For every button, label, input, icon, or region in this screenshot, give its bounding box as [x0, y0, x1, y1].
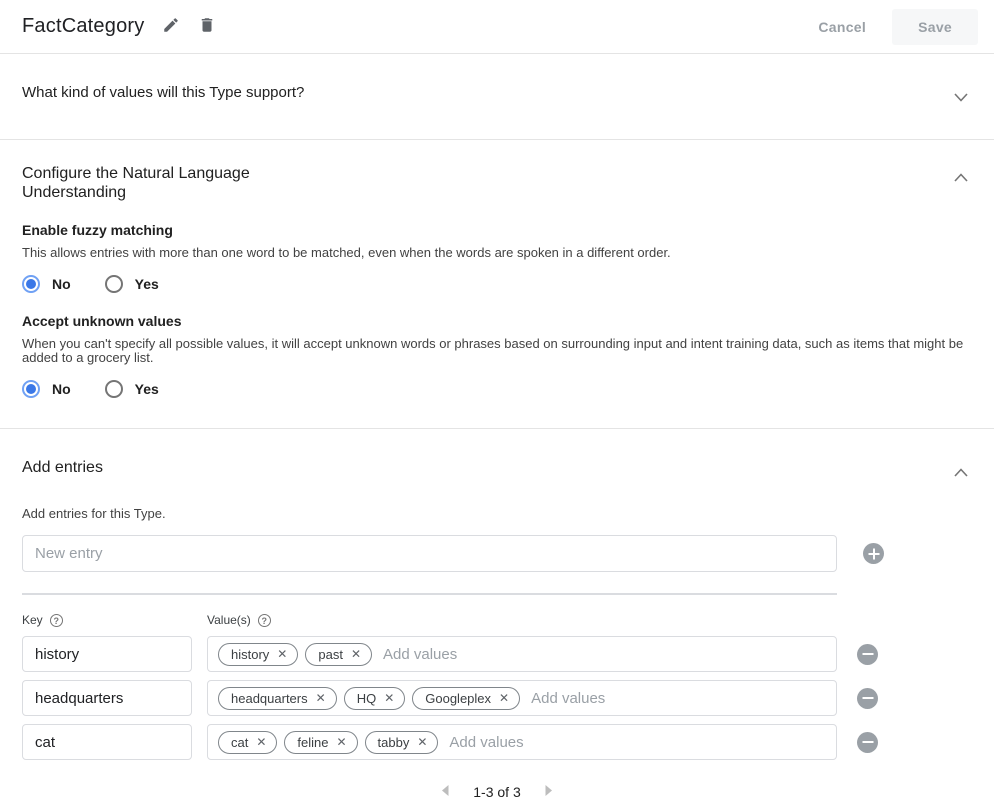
chip-close-icon[interactable]: ✕ [417, 736, 427, 748]
entry-rows: history ✕ past ✕ Add values headquarters ✕ HQ ✕… [22, 636, 972, 760]
add-values-placeholder: Add values [531, 690, 605, 707]
save-button[interactable]: Save [892, 9, 978, 45]
entry-row: headquarters ✕ HQ ✕ Googleplex ✕ Add values [22, 680, 972, 716]
values-column-header: Value(s) [207, 613, 251, 627]
trash-icon [198, 16, 216, 37]
unknown-values-label: Accept unknown values [22, 313, 972, 329]
unknown-no-radio[interactable]: No [22, 380, 71, 398]
radio-unselected-icon [105, 380, 123, 398]
value-chip: past ✕ [305, 643, 372, 666]
fuzzy-matching-label: Enable fuzzy matching [22, 222, 972, 238]
value-chip-label: feline [297, 735, 328, 750]
remove-entry-button[interactable] [857, 644, 878, 665]
radio-label: Yes [135, 276, 159, 292]
value-chip: headquarters ✕ [218, 687, 337, 710]
value-chip-label: tabby [378, 735, 410, 750]
value-chip-label: HQ [357, 691, 377, 706]
key-help-icon[interactable]: ? [50, 614, 63, 627]
chip-close-icon[interactable]: ✕ [499, 692, 509, 704]
unknown-yes-radio[interactable]: Yes [105, 380, 159, 398]
fuzzy-yes-radio[interactable]: Yes [105, 275, 159, 293]
chip-close-icon[interactable]: ✕ [351, 648, 361, 660]
collapse-entries-button[interactable] [950, 461, 972, 484]
radio-label: No [52, 381, 71, 397]
nlu-title: Configure the Natural Language Understan… [22, 164, 282, 202]
header: FactCategory Cancel Save [0, 0, 994, 54]
chip-close-icon[interactable]: ✕ [336, 736, 346, 748]
value-chip: history ✕ [218, 643, 298, 666]
chevron-up-icon [954, 170, 968, 185]
values-help-icon[interactable]: ? [258, 614, 271, 627]
values-type-section: What kind of values will this Type suppo… [0, 54, 994, 140]
chevron-down-icon [954, 90, 968, 105]
entry-row: history ✕ past ✕ Add values [22, 636, 972, 672]
entry-values-field[interactable]: headquarters ✕ HQ ✕ Googleplex ✕ Add values [207, 680, 837, 716]
value-chip: HQ ✕ [344, 687, 406, 710]
nlu-section: Configure the Natural Language Understan… [0, 140, 994, 429]
collapse-nlu-button[interactable] [950, 166, 972, 189]
chip-close-icon[interactable]: ✕ [316, 692, 326, 704]
add-values-placeholder: Add values [449, 734, 523, 751]
value-chip-label: cat [231, 735, 248, 750]
cancel-button[interactable]: Cancel [802, 11, 882, 43]
next-page-button[interactable] [543, 782, 555, 801]
chip-close-icon[interactable]: ✕ [277, 648, 287, 660]
entry-values-field[interactable]: history ✕ past ✕ Add values [207, 636, 837, 672]
entries-title: Add entries [22, 459, 103, 477]
key-column-header: Key [22, 613, 43, 627]
unknown-values-description: When you can't specify all possible valu… [22, 337, 972, 365]
add-entry-button[interactable] [863, 543, 884, 564]
entry-key-input[interactable] [22, 680, 192, 716]
chip-close-icon[interactable]: ✕ [384, 692, 394, 704]
value-chip-label: headquarters [231, 691, 308, 706]
value-chip-label: history [231, 647, 269, 662]
fuzzy-no-radio[interactable]: No [22, 275, 71, 293]
pagination: 1-3 of 3 [22, 782, 972, 801]
fuzzy-matching-radio-group: No Yes [22, 275, 972, 293]
previous-page-button[interactable] [439, 782, 451, 801]
entry-key-input[interactable] [22, 636, 192, 672]
radio-selected-icon [22, 380, 40, 398]
page-title: FactCategory [22, 15, 144, 38]
value-chip: tabby ✕ [365, 731, 439, 754]
edit-title-button[interactable] [160, 14, 182, 39]
unknown-values-radio-group: No Yes [22, 380, 972, 398]
chevron-up-icon [954, 465, 968, 480]
radio-selected-icon [22, 275, 40, 293]
arrow-left-icon [441, 784, 449, 799]
value-chip: feline ✕ [284, 731, 357, 754]
radio-label: No [52, 276, 71, 292]
entry-row: cat ✕ feline ✕ tabby ✕ Add values [22, 724, 972, 760]
radio-unselected-icon [105, 275, 123, 293]
value-chip-label: Googleplex [425, 691, 491, 706]
pencil-icon [162, 16, 180, 37]
chip-close-icon[interactable]: ✕ [256, 736, 266, 748]
add-values-placeholder: Add values [383, 646, 457, 663]
remove-entry-button[interactable] [857, 688, 878, 709]
entries-section: Add entries Add entries for this Type. K… [0, 429, 994, 811]
delete-type-button[interactable] [196, 14, 218, 39]
table-divider [22, 593, 837, 595]
entry-key-input[interactable] [22, 724, 192, 760]
new-entry-input[interactable] [22, 535, 837, 572]
arrow-right-icon [545, 784, 553, 799]
expand-values-type-button[interactable] [950, 86, 972, 109]
value-chip-label: past [318, 647, 343, 662]
entry-values-field[interactable]: cat ✕ feline ✕ tabby ✕ Add values [207, 724, 837, 760]
values-type-title: What kind of values will this Type suppo… [22, 84, 304, 101]
radio-label: Yes [135, 381, 159, 397]
value-chip: Googleplex ✕ [412, 687, 520, 710]
value-chip: cat ✕ [218, 731, 277, 754]
fuzzy-matching-description: This allows entries with more than one w… [22, 246, 972, 260]
entries-subtitle: Add entries for this Type. [22, 506, 972, 521]
pagination-label: 1-3 of 3 [473, 784, 520, 800]
remove-entry-button[interactable] [857, 732, 878, 753]
